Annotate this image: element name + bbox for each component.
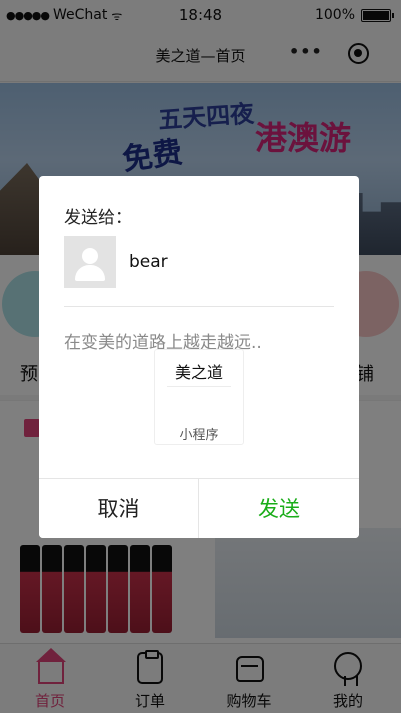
miniprogram-card: 美之道 小程序 <box>154 349 244 445</box>
card-tag: 小程序 <box>179 428 219 443</box>
send-button[interactable]: 发送 <box>199 479 359 538</box>
card-title: 美之道 <box>174 363 223 382</box>
dialog-heading: 发送给： <box>64 208 132 228</box>
cancel-button[interactable]: 取消 <box>39 479 199 538</box>
card-divider <box>167 386 231 387</box>
share-dialog: 发送给： bear 在变美的道路上越走越远.. 美之道 小程序 取消 发送 <box>39 176 359 538</box>
divider <box>64 306 334 307</box>
recipient-name: bear <box>129 252 168 272</box>
avatar-head <box>82 248 98 264</box>
default-avatar-icon <box>64 236 116 288</box>
dialog-actions: 取消 发送 <box>39 478 359 538</box>
avatar-body <box>75 265 105 281</box>
